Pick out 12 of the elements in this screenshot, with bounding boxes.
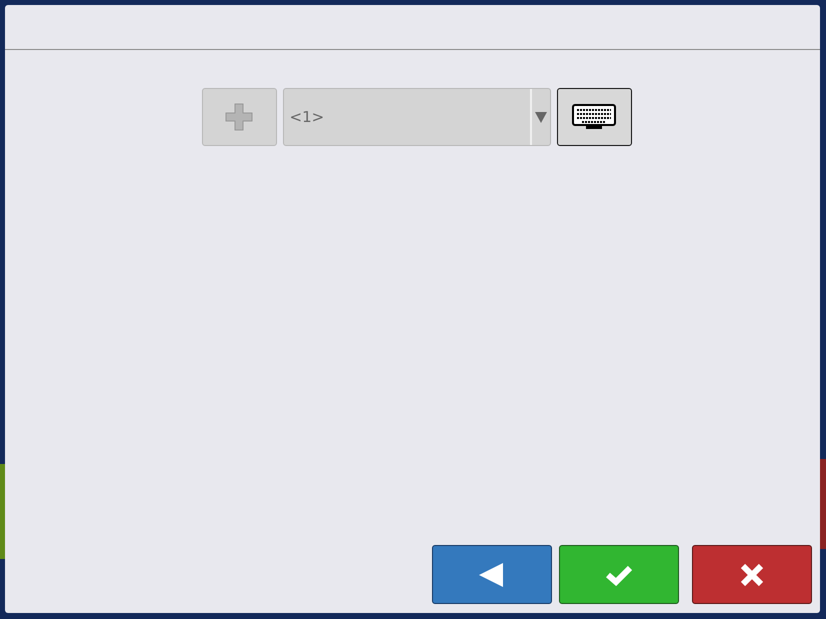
checkmark-icon — [605, 564, 633, 586]
keyboard-icon — [572, 104, 616, 130]
dropdown-caret-icon — [534, 111, 546, 123]
confirm-button[interactable] — [559, 545, 679, 604]
close-icon — [740, 562, 764, 586]
back-arrow-icon — [479, 562, 505, 586]
cancel-button[interactable] — [692, 545, 812, 604]
plus-icon — [224, 102, 254, 132]
back-button[interactable] — [432, 545, 552, 604]
keyboard-button[interactable] — [556, 88, 632, 146]
selector-dropdown[interactable]: <1> — [282, 88, 550, 146]
selector-value: <1> — [288, 106, 326, 128]
